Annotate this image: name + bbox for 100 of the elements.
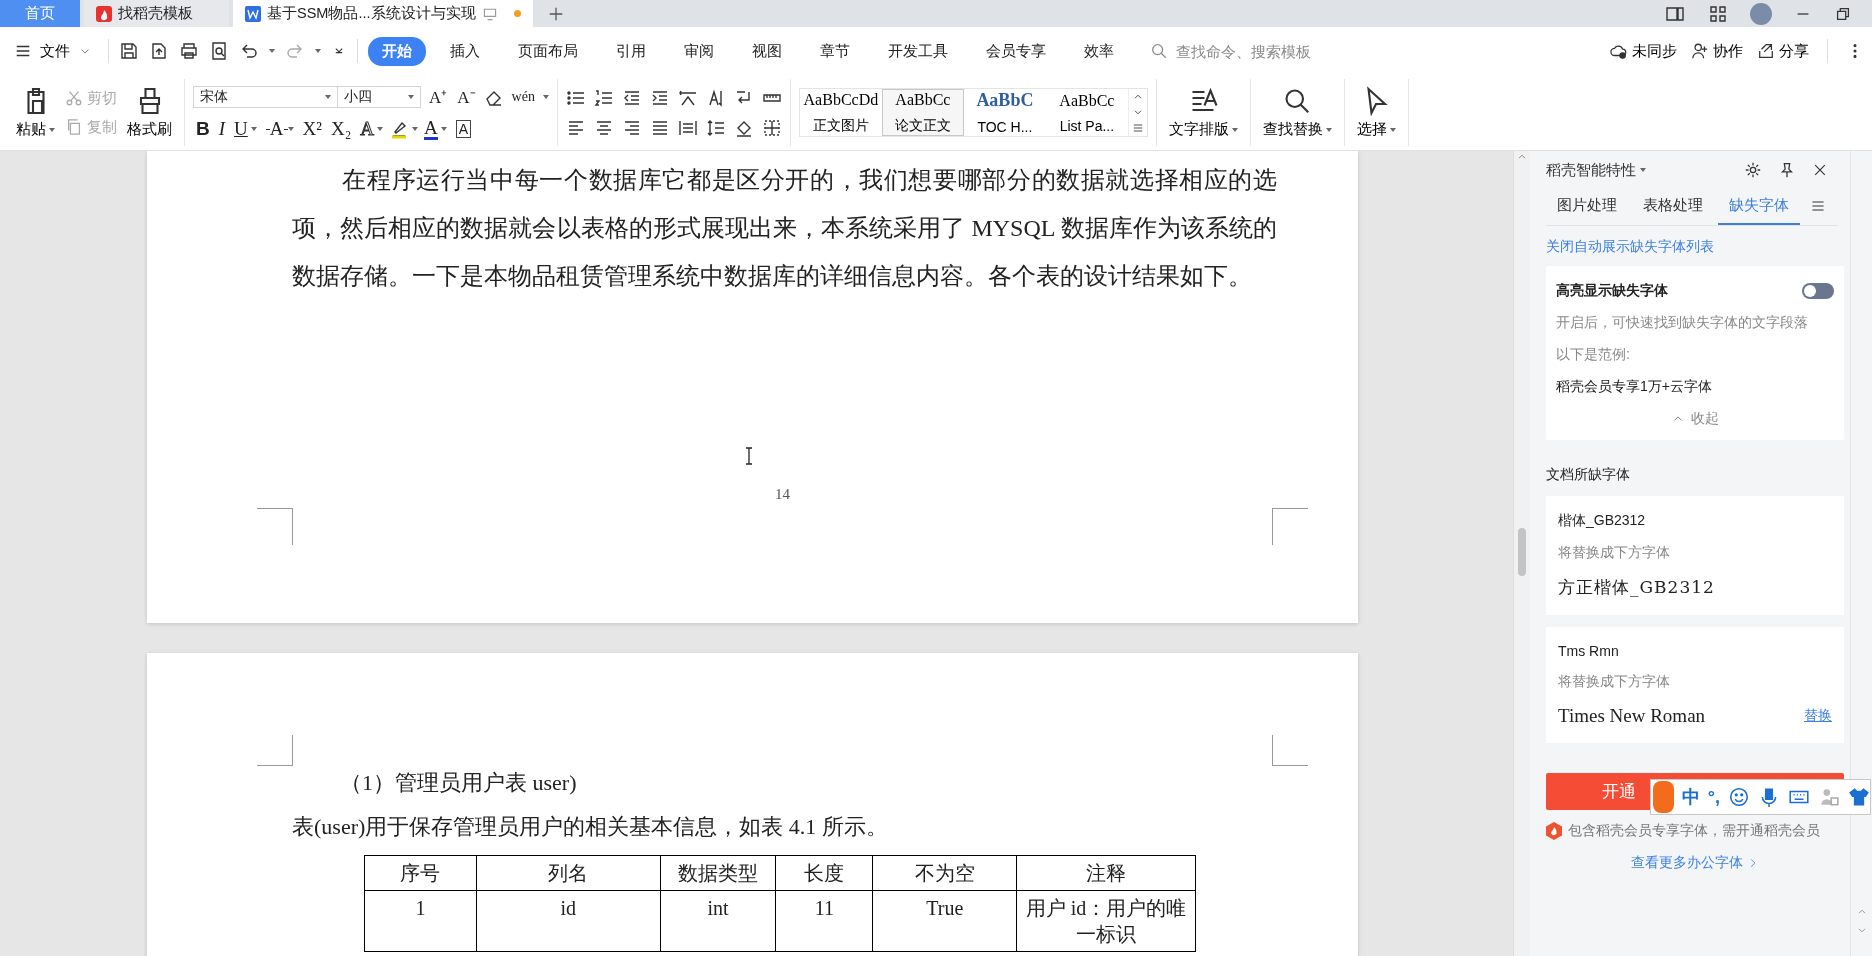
close-auto-list-link[interactable]: 关闭自动展示缺失字体列表 [1546,238,1714,256]
text-layout-button[interactable]: 文字排版 [1164,84,1242,141]
replacement-font-name: Times New Roman [1558,705,1706,727]
highlight-toggle[interactable] [1802,283,1834,299]
margin-mark [257,508,293,545]
font-name-select[interactable]: 宋体 [193,85,338,108]
caret-icon[interactable] [325,94,331,99]
close-icon[interactable] [1812,162,1828,178]
find-button[interactable]: 查找替换 [1258,84,1336,141]
ribbon-tab[interactable]: 开始 [368,36,426,66]
menu-icon[interactable] [1810,198,1826,214]
share-icon [1757,42,1775,60]
caret-icon[interactable] [49,127,55,132]
caret-icon[interactable] [250,127,257,131]
column-header: 列名 [476,855,661,891]
caret-icon[interactable] [377,127,384,131]
avatar[interactable] [1750,2,1772,25]
ribbon-tab[interactable]: 会员专享 [972,36,1060,66]
flame-logo-icon [96,5,112,22]
shrink-font-button[interactable]: A⁻ [455,85,478,108]
script-button[interactable]: X² [299,118,325,140]
replace-note: 将替换成下方字体 [1558,673,1671,691]
column-header: 长度 [775,855,873,891]
caret-icon[interactable] [269,49,275,53]
margin-mark [1272,735,1308,766]
scrollbar-thumb[interactable] [1518,528,1526,576]
print-icon[interactable] [179,41,199,61]
ribbon-tab[interactable]: 插入 [436,36,494,66]
file-menu[interactable]: 文件 [8,41,98,61]
shirt-icon[interactable] [1848,786,1870,808]
print-preview-icon[interactable] [209,41,229,61]
numbered-list-icon[interactable] [593,87,614,108]
caret-icon[interactable] [440,127,447,131]
script-button[interactable]: X₂ [327,118,355,140]
settings-icon[interactable] [1744,161,1762,179]
panel-tab[interactable]: 图片处理 [1546,187,1628,225]
table-cell: True [872,890,1017,952]
missing-font-name: Tms Rmn [1558,643,1620,659]
sync-button[interactable]: 未同步 [1610,41,1677,61]
italic-button[interactable]: I [215,118,229,140]
replace-note: 将替换成下方字体 [1558,544,1671,562]
collab-button[interactable]: 协作 [1691,41,1743,61]
caret-icon[interactable] [315,49,321,53]
panel-title[interactable]: 稻壳智能特性 [1546,160,1636,180]
highlight-description: 开启后，可快速找到缺失字体的文字段落 [1556,314,1809,332]
caret-icon[interactable] [287,127,294,131]
replace-link[interactable]: 替换 [1804,707,1832,725]
save-icon[interactable] [119,41,139,61]
command-search-field[interactable]: 查找命令、搜索模板 [1150,41,1328,61]
punctuation-toggle[interactable]: °, [1707,786,1720,808]
select-button[interactable]: 选择 [1352,84,1400,141]
body-paragraph: 表(user)用于保存管理员用户的相关基本信息，如表 4.1 所示。 [292,813,889,841]
shell-logo-icon [1546,822,1562,840]
export-icon[interactable] [149,41,169,61]
smiley-icon[interactable] [1728,786,1750,808]
text-effect-button[interactable]: A [357,118,387,140]
ime-logo-icon[interactable] [1653,781,1674,813]
paste-button[interactable]: 粘贴 [12,84,59,141]
share-button[interactable]: 分享 [1757,41,1809,61]
unsaved-dot [513,10,521,17]
ribbon-tab[interactable]: 视图 [738,36,796,66]
section-heading: （1）管理员用户表 user) [340,769,578,797]
grid-icon[interactable] [1708,3,1728,24]
font-size-select[interactable]: 小四 [337,85,421,108]
document-tab[interactable]: 基于SSM物品...系统设计与实现 [233,0,533,27]
grow-font-button[interactable]: A⁺ [427,85,450,108]
borders-icon[interactable] [761,117,782,138]
ribbon-tab[interactable]: 页面布局 [504,36,592,66]
ribbon-tab[interactable]: 章节 [806,36,864,66]
ribbon-tab[interactable]: 引用 [602,36,660,66]
caret-icon[interactable] [1389,127,1396,132]
underline-button[interactable]: U [231,118,260,140]
text-cursor-icon [744,447,754,465]
ribbon-tab[interactable]: 审阅 [670,36,728,66]
phonetic-guide-button[interactable]: wén [509,88,537,105]
style-preset[interactable]: AaBbCc 论文正文 [881,89,964,136]
panel-tab[interactable]: 缺失字体 [1718,187,1800,225]
font-color-button[interactable]: A [421,118,450,140]
caret-icon[interactable] [1325,127,1332,132]
caret-icon[interactable] [1231,127,1238,132]
bold-button[interactable]: B [193,118,213,140]
caret-icon[interactable] [408,94,414,99]
document-tab[interactable]: 找稻壳模板 [84,0,229,27]
replacement-font-name: 方正楷体_GB2312 [1558,576,1715,599]
ime-mode-toggle[interactable]: 中 [1681,785,1700,809]
ribbon-tab[interactable]: 效率 [1070,36,1128,66]
table-cell: id [476,890,661,952]
more-fonts-link[interactable]: 查看更多办公字体 [1546,854,1844,872]
format-painter-button[interactable]: 格式刷 [123,84,176,141]
panel-tab[interactable]: 表格处理 [1632,187,1714,225]
caret-icon[interactable] [542,94,549,99]
collapse-button[interactable]: 收起 [1556,410,1834,428]
caret-icon[interactable] [1640,168,1646,172]
caret-icon[interactable] [412,127,419,131]
body-paragraph: 在程序运行当中每一个数据库它都是区分开的，我们想要哪部分的数据就选择相应的选项，然后相应的数据就会以表格的形式展现出来，本系统采用了 MYSQL 数据库作为该系统的数据存储。一下是本物品租赁管理系统中数据库的详细信息内容。各个表的设计结果如下。 [292,166,1277,291]
margin-mark [257,735,293,766]
strikethrough-button[interactable]: A [262,118,297,140]
ribbon-tab[interactable]: 开发工具 [874,36,962,66]
person-add-icon [1691,42,1709,60]
section-title: 文档所缺字体 [1546,466,1631,484]
